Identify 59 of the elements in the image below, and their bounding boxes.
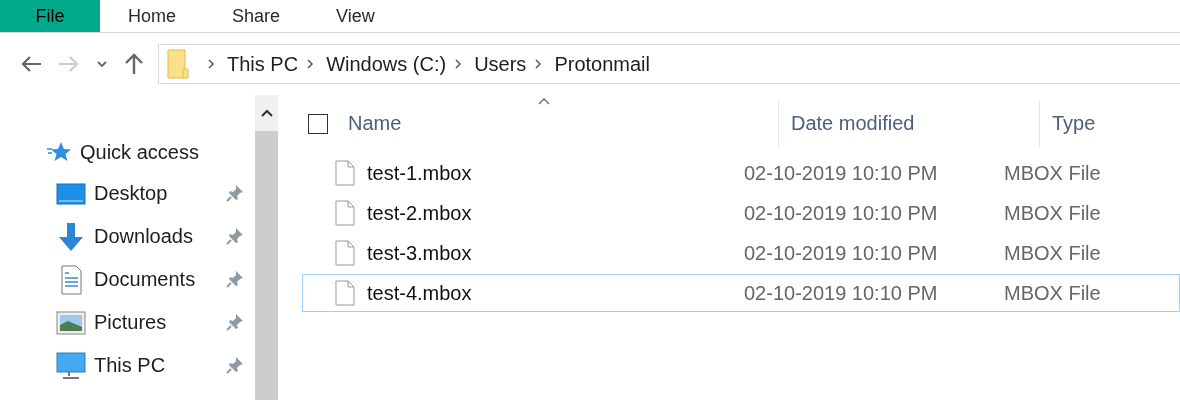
column-header[interactable]: Type (1039, 100, 1180, 147)
select-all-checkbox[interactable] (308, 113, 328, 134)
file-row[interactable]: test-3.mbox 02-10-2019 10:10 PM MBOX File (302, 234, 1180, 272)
back-arrow-icon (20, 55, 42, 73)
nav-item-label: Pictures (94, 311, 167, 334)
desktop-icon (56, 182, 86, 205)
star-icon (46, 141, 72, 163)
download-arrow-icon (56, 221, 86, 252)
scrollbar[interactable] (255, 95, 278, 400)
date-cell-text: 02-10-2019 10:10 PM (743, 201, 939, 225)
date-cell-text: 02-10-2019 10:10 PM (743, 281, 939, 305)
breadcrumb[interactable]: Protonmail (554, 52, 650, 76)
file-icon (335, 240, 355, 266)
nav-item-label: Desktop (94, 182, 168, 205)
file-icon (335, 160, 355, 186)
monitor-icon (56, 351, 86, 380)
nav-item-label: Documents (94, 268, 196, 291)
file-row[interactable]: test-4.mbox 02-10-2019 10:10 PM MBOX File (302, 274, 1180, 312)
nav-item-label: This PC (94, 354, 166, 377)
file-icon (335, 200, 355, 226)
column-header[interactable]: Name (348, 100, 778, 147)
file-name: test-2.mbox (367, 201, 472, 225)
breadcrumb[interactable]: This PC (227, 52, 299, 76)
scroll-up-icon[interactable] (260, 109, 273, 117)
nav-item-label: Downloads (94, 225, 193, 248)
up-arrow-icon (124, 53, 144, 75)
breadcrumb[interactable]: Users (474, 52, 527, 76)
nav-item-label: Quick access (80, 140, 199, 164)
type-cell-text: MBOX File (1003, 201, 1101, 225)
type-cell-text: MBOX File (1003, 161, 1101, 185)
type-cell-text: MBOX File (1003, 281, 1101, 305)
chevron-icon (534, 58, 543, 70)
nav-pane-item[interactable]: Pictures (0, 301, 255, 344)
pictures-icon (56, 310, 86, 335)
file-name: test-4.mbox (367, 281, 472, 305)
chevron-icon (207, 58, 215, 70)
file-name: test-3.mbox (367, 241, 472, 265)
file-row[interactable]: test-1.mbox 02-10-2019 10:10 PM MBOX File (302, 154, 1180, 192)
nav-pane-item[interactable]: This PC (0, 344, 255, 387)
file-name: test-1.mbox (367, 161, 472, 185)
date-cell-text: 02-10-2019 10:10 PM (743, 161, 939, 185)
nav-pane-item[interactable]: Desktop (0, 172, 255, 215)
folder-icon (167, 49, 189, 79)
chevron-icon (306, 58, 315, 70)
type-cell-text: MBOX File (1003, 241, 1101, 265)
ribbon-tab[interactable]: File (0, 0, 100, 32)
file-row[interactable]: test-2.mbox 02-10-2019 10:10 PM MBOX File (302, 194, 1180, 232)
caret-icon (96, 60, 108, 68)
address-bar[interactable]: This PC Windows (C:) Users Protonmail (158, 44, 1180, 84)
chevron-icon (454, 58, 463, 70)
column-header[interactable]: Date modified (778, 100, 1039, 147)
sort-caret-icon (538, 96, 550, 105)
nav-pane-item[interactable]: Quick access (0, 132, 255, 172)
date-cell-text: 02-10-2019 10:10 PM (743, 241, 939, 265)
nav-pane-item[interactable]: Downloads (0, 215, 255, 258)
breadcrumb[interactable]: Windows (C:) (326, 52, 447, 76)
forward-arrow-icon (58, 55, 80, 73)
file-icon (335, 280, 355, 306)
nav-pane-item[interactable]: Documents (0, 258, 255, 301)
